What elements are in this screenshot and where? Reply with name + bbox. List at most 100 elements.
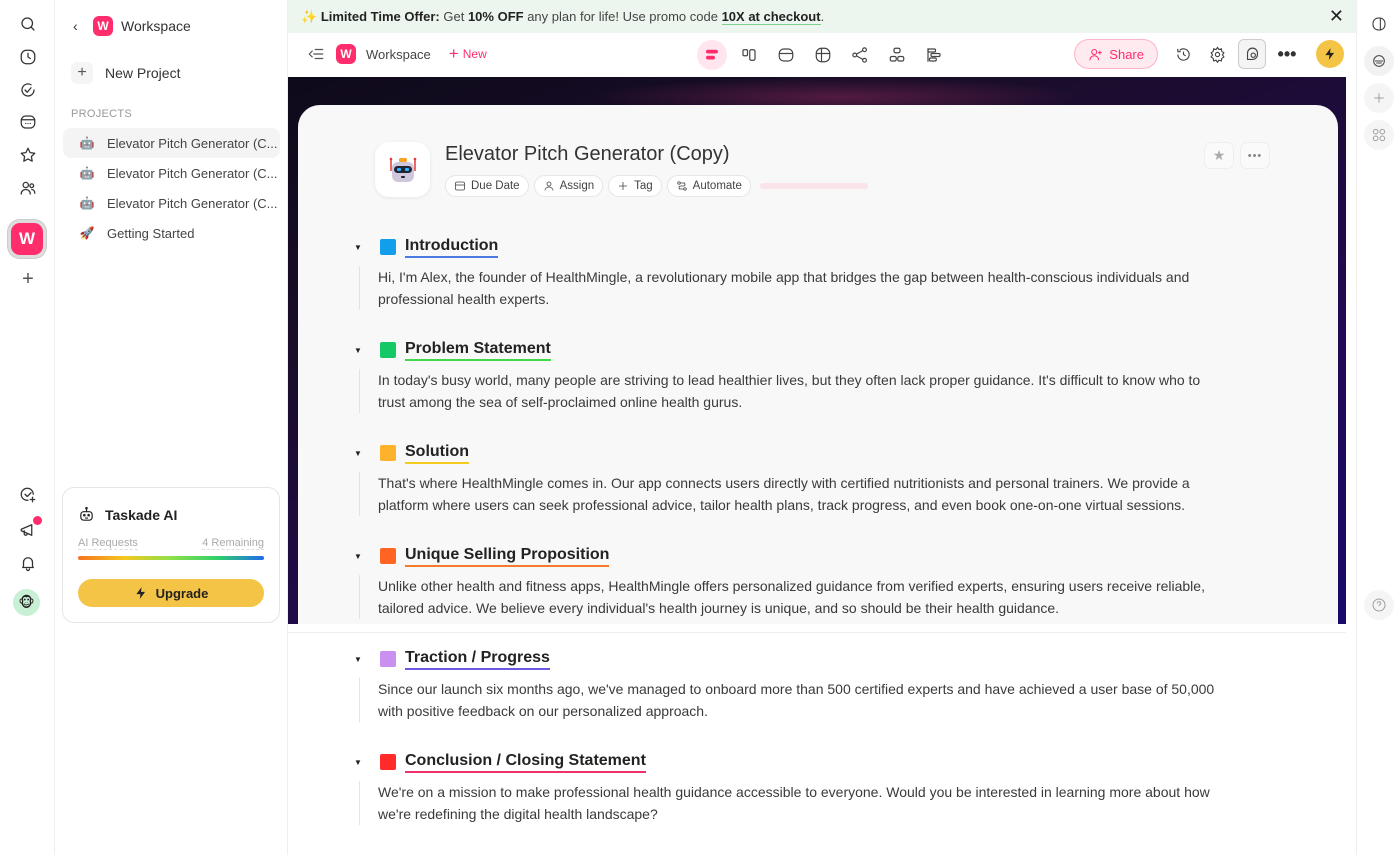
recent-clock-icon[interactable] <box>14 43 42 71</box>
tag-chip[interactable]: Tag <box>608 175 662 197</box>
user-avatar[interactable]: 🐵 <box>13 589 40 616</box>
toggle-panel-button[interactable] <box>1364 9 1394 39</box>
favorite-button[interactable]: ★ <box>1204 142 1234 169</box>
project-item[interactable]: 🚀 Getting Started <box>63 218 280 248</box>
upgrade-button[interactable]: Upgrade <box>78 579 264 607</box>
share-button[interactable]: Share <box>1074 39 1158 69</box>
chip-label: Assign <box>559 180 595 192</box>
settings-button[interactable] <box>1204 39 1230 69</box>
help-question-icon <box>1372 598 1386 612</box>
section-title[interactable]: Traction / Progress <box>405 649 550 670</box>
section-heading-row: ▼ Traction / Progress <box>354 647 1234 671</box>
promo-code-link[interactable]: 10X at checkout <box>721 9 821 25</box>
project-meta-chips: Due Date Assign Tag Automate <box>445 175 868 197</box>
agent-avatar-button[interactable] <box>1364 46 1394 76</box>
back-chevron-icon[interactable]: ‹ <box>73 18 85 34</box>
ai-card-title-text: Taskade AI <box>105 506 178 523</box>
calendar-view-button[interactable] <box>771 40 801 70</box>
section-title[interactable]: Introduction <box>405 237 499 258</box>
section-heading-row: ▼ Conclusion / Closing Statement <box>354 750 1234 774</box>
members-icon[interactable] <box>14 174 42 202</box>
chip-label: Due Date <box>471 180 520 192</box>
org-chart-view-button[interactable] <box>882 40 912 70</box>
org-chart-view-icon <box>889 47 905 62</box>
workspace-breadcrumb[interactable]: Workspace <box>366 47 431 62</box>
section-title[interactable]: Problem Statement <box>405 340 551 361</box>
add-workspace-button[interactable]: + <box>14 265 42 293</box>
project-label: Elevator Pitch Generator (C... <box>107 165 278 181</box>
ellipsis-icon: ••• <box>1247 149 1263 162</box>
promo-text: Get <box>439 9 468 24</box>
section-body[interactable]: That's where HealthMingle comes in. Our … <box>359 472 1229 516</box>
workspace-name[interactable]: Workspace <box>121 18 191 34</box>
section-title[interactable]: Conclusion / Closing Statement <box>405 752 646 773</box>
new-project-button[interactable]: + New Project <box>71 62 180 84</box>
project-title[interactable]: Elevator Pitch Generator (Copy) <box>445 143 730 166</box>
more-options-button[interactable]: ••• <box>1274 39 1300 69</box>
view-switcher <box>697 40 949 70</box>
section-color-swatch <box>380 548 396 564</box>
announcements-megaphone-icon[interactable] <box>14 516 42 544</box>
workspace-avatar-button[interactable]: W <box>8 220 46 258</box>
close-icon[interactable]: ✕ <box>1329 6 1344 27</box>
ai-card-title: Taskade AI <box>78 506 177 523</box>
star-icon[interactable] <box>14 141 42 169</box>
tasks-check-icon[interactable] <box>14 76 42 104</box>
table-view-button[interactable] <box>808 40 838 70</box>
collapse-caret-icon[interactable]: ▼ <box>354 243 364 252</box>
workspace-badge: W <box>336 44 356 64</box>
calendar-icon[interactable] <box>14 108 42 136</box>
project-item[interactable]: 🤖 Elevator Pitch Generator (C... <box>63 158 280 188</box>
section-body[interactable]: In today's busy world, many people are s… <box>359 369 1229 413</box>
mindmap-view-button[interactable] <box>845 40 875 70</box>
user-icon <box>544 181 553 191</box>
apps-button[interactable] <box>1364 120 1394 150</box>
plus-icon <box>619 182 628 190</box>
automate-chip[interactable]: Automate <box>666 175 751 197</box>
project-item[interactable]: 🤖 Elevator Pitch Generator (C... <box>63 128 280 158</box>
plus-icon: + <box>22 267 34 290</box>
mindmap-view-icon <box>852 47 867 63</box>
assign-chip[interactable]: Assign <box>533 175 604 197</box>
sidebar-header: ‹ W Workspace <box>73 16 191 36</box>
add-agent-button[interactable] <box>1364 83 1394 113</box>
outline-section: ▼ Traction / Progress Since our launch s… <box>354 647 1234 722</box>
collapse-caret-icon[interactable]: ▼ <box>354 449 364 458</box>
outline-section: ▼ Solution That's where HealthMingle com… <box>354 441 1234 516</box>
search-icon[interactable] <box>14 10 42 38</box>
add-task-icon[interactable] <box>14 481 42 509</box>
section-color-swatch <box>380 342 396 358</box>
taskade-ai-card: Taskade AI AI Requests 4 Remaining Upgra… <box>62 487 280 623</box>
project-icon[interactable] <box>375 142 430 197</box>
list-view-button[interactable] <box>697 40 727 70</box>
document-actions: ★ ••• <box>1204 142 1270 169</box>
section-color-swatch <box>380 445 396 461</box>
section-body[interactable]: Since our launch six months ago, we've m… <box>359 678 1229 722</box>
document-more-button[interactable]: ••• <box>1240 142 1270 169</box>
section-body[interactable]: We're on a mission to make professional … <box>359 781 1229 825</box>
history-button[interactable] <box>1170 39 1196 69</box>
chip-label: Tag <box>634 180 653 192</box>
section-heading-row: ▼ Solution <box>354 441 1234 465</box>
project-item[interactable]: 🤖 Elevator Pitch Generator (C... <box>63 188 280 218</box>
collapse-caret-icon[interactable]: ▼ <box>354 346 364 355</box>
section-body[interactable]: Hi, I'm Alex, the founder of HealthMingl… <box>359 266 1229 310</box>
board-view-button[interactable] <box>734 40 764 70</box>
section-body[interactable]: Unlike other health and fitness apps, He… <box>359 575 1229 619</box>
due-date-chip[interactable]: Due Date <box>445 175 529 197</box>
collapse-sidebar-icon[interactable] <box>306 45 326 63</box>
chat-button[interactable] <box>1238 39 1266 69</box>
left-rail: W + 🐵 <box>0 0 55 855</box>
section-title[interactable]: Unique Selling Proposition <box>405 546 610 567</box>
collapse-caret-icon[interactable]: ▼ <box>354 758 364 767</box>
automation-bolt-button[interactable] <box>1316 40 1344 68</box>
help-button[interactable] <box>1364 590 1394 620</box>
gantt-view-button[interactable] <box>919 40 949 70</box>
section-title[interactable]: Solution <box>405 443 469 464</box>
new-button[interactable]: + New <box>449 44 487 64</box>
fold-divider <box>288 632 1346 633</box>
notifications-bell-icon[interactable] <box>14 549 42 577</box>
projects-section-label: PROJECTS <box>71 108 133 120</box>
collapse-caret-icon[interactable]: ▼ <box>354 552 364 561</box>
collapse-caret-icon[interactable]: ▼ <box>354 655 364 664</box>
